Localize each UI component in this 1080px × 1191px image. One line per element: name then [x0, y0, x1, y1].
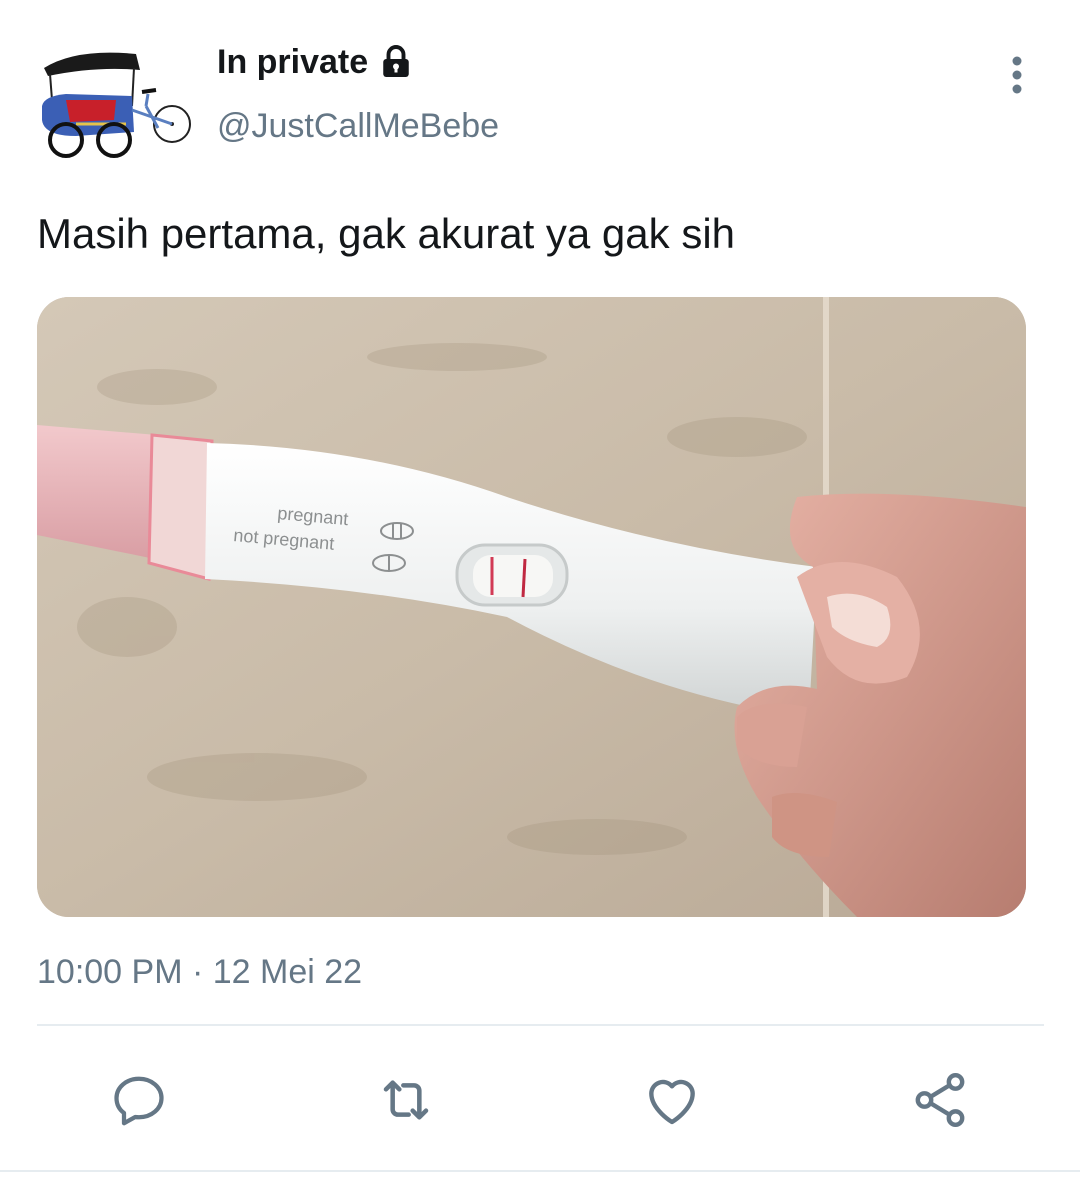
heart-icon	[649, 1079, 695, 1125]
reply-icon	[114, 1076, 164, 1126]
more-vertical-icon	[1012, 56, 1022, 94]
reply-button[interactable]	[101, 1062, 177, 1138]
retweet-icon	[383, 1080, 429, 1120]
becak-avatar-icon	[42, 52, 191, 158]
like-button[interactable]	[634, 1062, 710, 1138]
share-icon	[915, 1073, 965, 1127]
more-options-button[interactable]	[1002, 54, 1032, 98]
lock-icon	[383, 45, 409, 77]
user-handle[interactable]: @JustCallMeBebe	[217, 104, 499, 148]
display-name-text: In private	[217, 43, 369, 81]
tweet-text: Masih pertama, gak akurat ya gak sih	[37, 210, 736, 257]
tweet-media-image[interactable]: pregnant not pregnant	[37, 297, 1026, 917]
bottom-divider	[0, 1170, 1080, 1172]
media-photo: pregnant not pregnant	[37, 297, 1026, 917]
share-button[interactable]	[902, 1062, 978, 1138]
tweet-timestamp[interactable]: 10:00 PM · 12 Mei 22	[37, 950, 362, 994]
retweet-button[interactable]	[368, 1062, 444, 1138]
display-name[interactable]: In private	[217, 40, 414, 84]
avatar[interactable]	[36, 40, 196, 160]
divider	[37, 1024, 1044, 1026]
action-bar	[0, 1062, 1080, 1138]
